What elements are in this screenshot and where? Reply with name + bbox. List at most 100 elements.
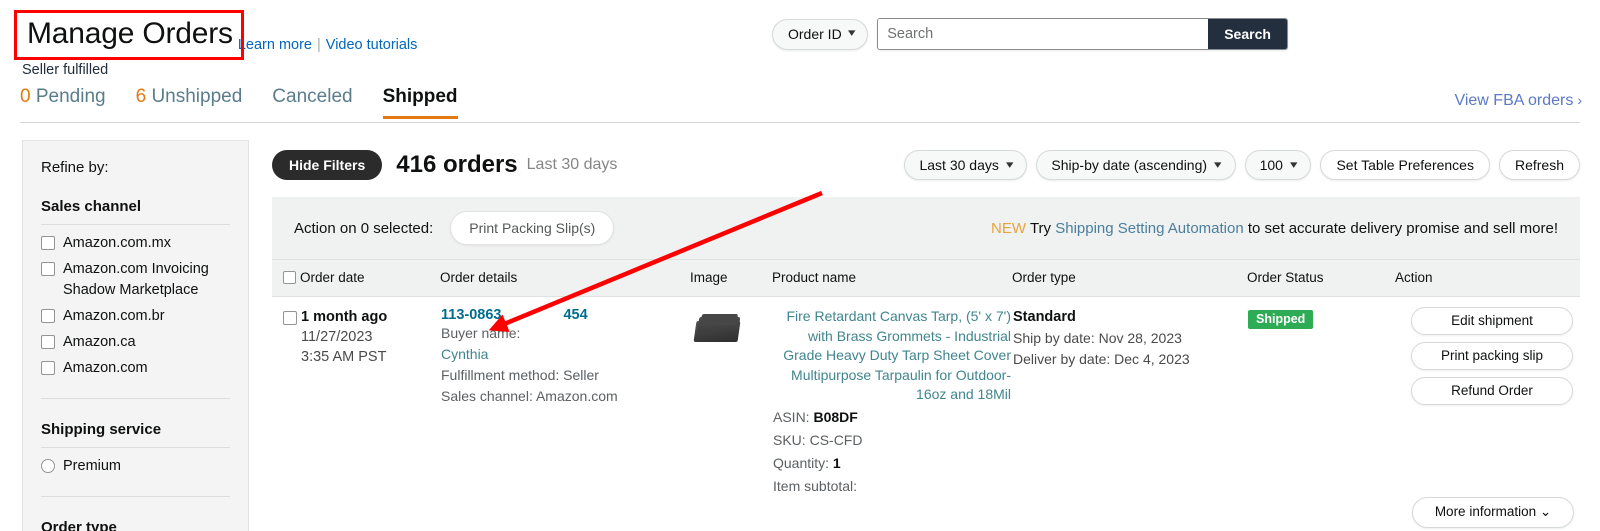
learn-more-link[interactable]: Learn more xyxy=(238,37,312,53)
tab-canceled[interactable]: Canceled xyxy=(272,86,352,119)
sku-label: SKU: xyxy=(773,431,806,448)
search-button[interactable]: Search xyxy=(1208,19,1287,49)
facet-title-order-type: Order type xyxy=(41,519,117,531)
header-image[interactable]: Image xyxy=(690,259,772,297)
facet-option-amazon-ca[interactable]: Amazon.ca xyxy=(41,332,230,353)
print-packing-slips-button[interactable]: Print Packing Slip(s) xyxy=(450,211,615,245)
chevron-down-icon: ▾ xyxy=(847,27,856,39)
chevron-down-icon: ▾ xyxy=(1214,158,1222,171)
header-order-type[interactable]: Order type xyxy=(1012,259,1247,297)
radio-icon[interactable] xyxy=(41,459,55,473)
seller-fulfilled-subtitle: Seller fulfilled xyxy=(22,62,109,78)
search-input[interactable] xyxy=(878,19,1209,49)
checkbox-icon[interactable] xyxy=(41,262,55,276)
facet-rule xyxy=(41,224,230,225)
toolbar-controls: Last 30 days ▾ Ship-by date (ascending) ▾ … xyxy=(904,150,1580,180)
checkbox-icon[interactable] xyxy=(41,309,55,323)
tab-pending[interactable]: 0 Pending xyxy=(20,86,106,119)
cell-action: Edit shipment Print packing slip Refund … xyxy=(1395,297,1580,498)
tab-unshipped[interactable]: 6 Unshipped xyxy=(136,86,243,119)
checkbox-icon[interactable] xyxy=(41,335,55,349)
asin-label: ASIN: xyxy=(773,408,810,425)
orders-table-body: 1 month ago 11/27/2023 3:35 AM PST 113-0… xyxy=(272,297,1580,498)
sort-dropdown[interactable]: Ship-by date (ascending) ▾ xyxy=(1036,150,1236,180)
order-id-link[interactable]: 113-0863 454 xyxy=(441,307,689,323)
header-order-status[interactable]: Order Status xyxy=(1247,259,1395,297)
header-order-details[interactable]: Order details xyxy=(440,259,690,297)
checkbox-icon[interactable] xyxy=(41,361,55,375)
facet-option-amazon-com-invoicing[interactable]: Amazon.com Invoicing Shadow Marketplace xyxy=(41,259,230,301)
more-information-button[interactable]: More information ⌄ xyxy=(1412,497,1574,528)
tab-unshipped-count: 6 xyxy=(135,86,147,107)
view-fba-orders-link[interactable]: View FBA orders › xyxy=(1454,92,1582,110)
select-all-cell xyxy=(272,259,300,297)
facet-title-shipping-service: Shipping service xyxy=(41,421,162,438)
ship-by-date: Ship by date: Nov 28, 2023 xyxy=(1013,330,1182,346)
bulk-action-bar: Action on 0 selected: Print Packing Slip… xyxy=(272,197,1580,259)
facet-sales-channel: Sales channel Amazon.com.mx Amazon.com I… xyxy=(41,198,230,379)
shipping-setting-automation-link[interactable]: Shipping Setting Automation xyxy=(1055,220,1243,237)
cell-order-details: 113-0863 454 Buyer name: Cynthia Fulfillm… xyxy=(440,297,690,498)
order-date-ago: 1 month ago xyxy=(301,309,388,325)
facet-option-label: Amazon.com Invoicing Shadow Marketplace xyxy=(63,261,209,298)
deliver-by-date: Deliver by date: Dec 4, 2023 xyxy=(1013,351,1190,367)
facet-option-label: Amazon.com.br xyxy=(63,308,165,324)
refund-order-button[interactable]: Refund Order xyxy=(1411,377,1573,405)
tab-unshipped-label: Unshipped xyxy=(151,86,243,107)
search-scope-label: Order ID xyxy=(788,25,842,42)
row-checkbox[interactable] xyxy=(283,311,297,325)
promo-prefix: Try xyxy=(1029,219,1056,237)
header-action[interactable]: Action xyxy=(1395,259,1580,297)
sku-value: CS-CFD xyxy=(809,431,863,448)
order-id-suffix: 454 xyxy=(563,307,588,323)
video-tutorials-link[interactable]: Video tutorials xyxy=(326,37,418,53)
print-packing-slip-button[interactable]: Print packing slip xyxy=(1411,342,1573,370)
chevron-down-icon: ⌄ xyxy=(1539,504,1552,519)
set-table-preferences-button[interactable]: Set Table Preferences xyxy=(1320,150,1490,180)
header-product-name[interactable]: Product name xyxy=(772,259,1012,297)
header-order-date[interactable]: Order date xyxy=(300,259,440,297)
tab-pending-label: Pending xyxy=(35,86,106,107)
cell-image xyxy=(690,297,772,498)
edit-shipment-button[interactable]: Edit shipment xyxy=(1411,307,1573,335)
page-size-dropdown[interactable]: 100 ▾ xyxy=(1244,150,1312,180)
search-area: Order ID ▾ Search xyxy=(772,18,1288,50)
cell-product-name: Fire Retardant Canvas Tarp, (5' x 7') wi… xyxy=(772,297,1012,498)
quantity-value: 1 xyxy=(832,454,841,471)
facet-option-amazon-com-mx[interactable]: Amazon.com.mx xyxy=(41,233,230,254)
facet-option-label: Amazon.com.mx xyxy=(63,235,171,251)
view-fba-orders-label: View FBA orders xyxy=(1454,92,1574,109)
promo-message: NEW Try Shipping Setting Automation to s… xyxy=(991,220,1558,237)
tab-divider xyxy=(20,122,1580,123)
title-group: Manage Orders Learn more | Video tutorials xyxy=(14,10,417,60)
select-all-checkbox[interactable] xyxy=(283,271,296,284)
tab-shipped-label: Shipped xyxy=(382,86,458,107)
facet-rule xyxy=(41,496,230,497)
hide-filters-button[interactable]: Hide Filters xyxy=(272,150,383,180)
facet-spacer xyxy=(41,407,230,421)
checkbox-icon[interactable] xyxy=(41,236,55,250)
date-range-dropdown[interactable]: Last 30 days ▾ xyxy=(904,150,1028,180)
search-box: Search xyxy=(877,18,1288,50)
facet-option-amazon-com-br[interactable]: Amazon.com.br xyxy=(41,306,230,327)
product-name-link[interactable]: Fire Retardant Canvas Tarp, (5' x 7') wi… xyxy=(773,307,1011,405)
chevron-down-icon: ▾ xyxy=(1005,158,1014,171)
facet-spacer xyxy=(41,384,230,398)
order-status-tabs: 0 Pending 6 Unshipped Canceled Shipped xyxy=(0,86,1600,124)
status-badge: Shipped xyxy=(1248,310,1314,329)
buyer-name-link[interactable]: Cynthia xyxy=(441,344,689,365)
tab-shipped[interactable]: Shipped xyxy=(382,86,458,119)
asin-value: B08DF xyxy=(813,408,858,425)
product-thumbnail[interactable] xyxy=(691,312,743,348)
facet-option-amazon-com[interactable]: Amazon.com xyxy=(41,358,230,379)
buyer-name-label: Buyer name: xyxy=(441,325,521,341)
search-scope-dropdown[interactable]: Order ID ▾ xyxy=(772,18,869,50)
refresh-button[interactable]: Refresh xyxy=(1498,150,1580,180)
facet-option-premium[interactable]: Premium xyxy=(41,456,230,477)
orders-table: Order date Order details Image Product n… xyxy=(272,259,1580,498)
product-sku: SKU: CS-CFD xyxy=(773,430,1011,451)
facet-option-label: Amazon.ca xyxy=(63,334,136,350)
cell-order-type: Standard Ship by date: Nov 28, 2023 Deli… xyxy=(1012,297,1247,498)
facet-rule xyxy=(41,447,230,448)
orders-table-header: Order date Order details Image Product n… xyxy=(272,259,1580,297)
